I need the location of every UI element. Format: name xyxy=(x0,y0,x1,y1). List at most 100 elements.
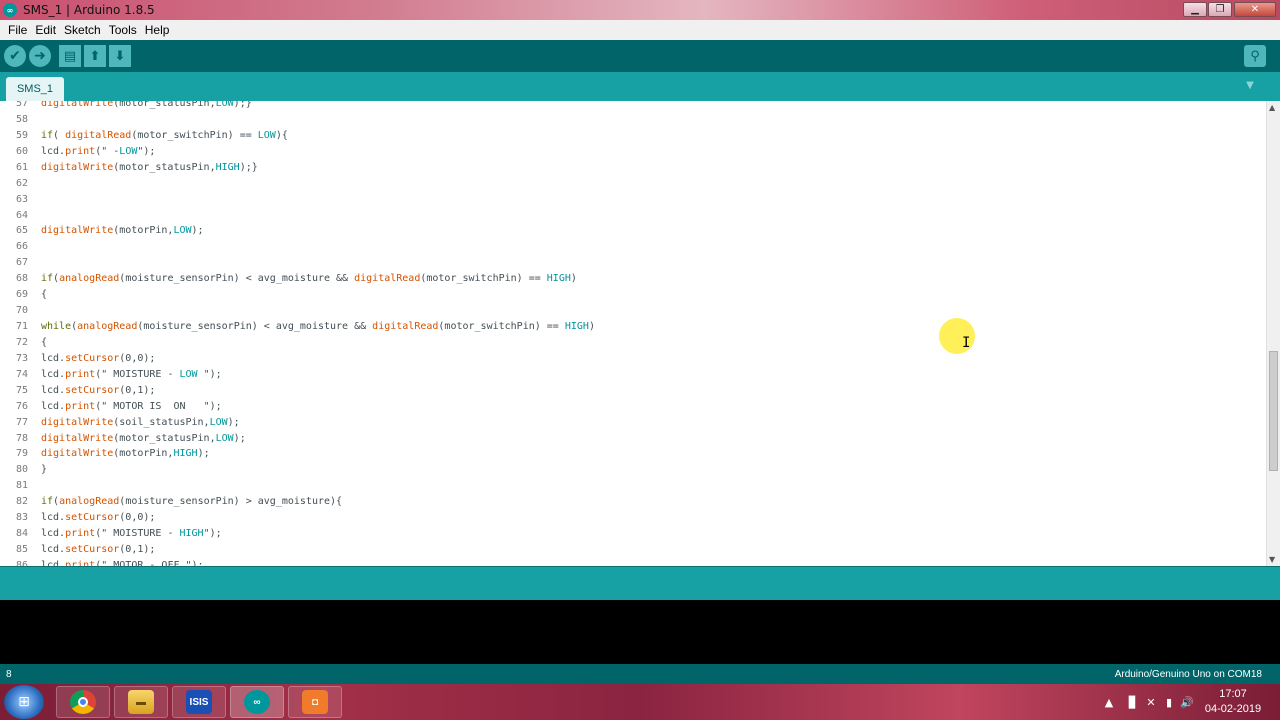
menu-sketch[interactable]: Sketch xyxy=(60,23,105,37)
line-number: 83 xyxy=(15,512,28,524)
open-sketch-button[interactable]: ⬆ xyxy=(84,45,106,67)
code-line[interactable]: 83 lcd.setCursor(0,0); xyxy=(0,510,1266,526)
close-button[interactable]: ✕ xyxy=(1234,2,1276,17)
code-line[interactable]: 63 xyxy=(0,192,1266,208)
line-number: 70 xyxy=(15,305,28,317)
code-line[interactable]: 60 lcd.print(" -LOW"); xyxy=(0,144,1266,160)
arduino-icon: ∞ xyxy=(3,3,17,17)
menu-edit[interactable]: Edit xyxy=(31,23,60,37)
code-text: digitalWrite(motor_statusPin,LOW); xyxy=(41,432,246,444)
code-line[interactable]: 57 digitalWrite(motor_statusPin,LOW);} xyxy=(0,101,1266,112)
line-number: 84 xyxy=(15,528,28,540)
line-number: 82 xyxy=(15,496,28,508)
taskbar-isis[interactable]: ISIS xyxy=(172,686,226,718)
line-number: 80 xyxy=(15,464,28,476)
code-line[interactable]: 58 xyxy=(0,112,1266,128)
code-line[interactable]: 66 xyxy=(0,239,1266,255)
line-number: 68 xyxy=(15,273,28,285)
code-line[interactable]: 82 if(analogRead(moisture_sensorPin) > av… xyxy=(0,494,1266,510)
tab-menu-button[interactable]: ▼ xyxy=(1242,80,1258,94)
code-line[interactable]: 61 digitalWrite(motor_statusPin,HIGH);} xyxy=(0,160,1266,176)
code-line[interactable]: 67 xyxy=(0,255,1266,271)
network-icon[interactable]: ▊ xyxy=(1124,696,1142,709)
start-button[interactable]: ⊞ xyxy=(4,685,44,719)
battery-icon[interactable]: ▮ xyxy=(1160,696,1178,709)
menu-file[interactable]: File xyxy=(4,23,31,37)
code-text: while(analogRead(moisture_sensorPin) < a… xyxy=(41,321,595,333)
code-line[interactable]: 79 digitalWrite(motorPin,HIGH); xyxy=(0,446,1266,462)
scroll-up-icon[interactable]: ▲ xyxy=(1269,103,1275,112)
orange-app-icon: ◘ xyxy=(302,690,328,714)
line-number: 72 xyxy=(15,336,28,348)
line-number: 75 xyxy=(15,384,28,396)
line-number: 65 xyxy=(15,225,28,237)
line-number: 63 xyxy=(15,193,28,205)
scroll-thumb[interactable] xyxy=(1269,351,1278,471)
code-text: { xyxy=(41,336,48,348)
check-icon: ✔ xyxy=(9,48,21,64)
clock[interactable]: 17:07 04-02-2019 xyxy=(1198,687,1268,717)
line-number: 60 xyxy=(15,145,28,157)
status-board: Arduino/Genuino Uno on COM18 xyxy=(1114,669,1262,680)
line-number: 81 xyxy=(15,480,28,492)
scroll-down-icon[interactable]: ▼ xyxy=(1269,555,1275,564)
code-line[interactable]: 74 lcd.print(" MOISTURE - LOW "); xyxy=(0,367,1266,383)
line-number: 85 xyxy=(15,544,28,556)
code-line[interactable]: 69 { xyxy=(0,287,1266,303)
code-line[interactable]: 84 lcd.print(" MOISTURE - HIGH"); xyxy=(0,526,1266,542)
upload-button[interactable]: ➜ xyxy=(29,45,51,67)
code-line[interactable]: 71 while(analogRead(moisture_sensorPin) <… xyxy=(0,319,1266,335)
code-line[interactable]: 62 xyxy=(0,176,1266,192)
taskbar-file-explorer[interactable]: ▬ xyxy=(114,686,168,718)
menu-help[interactable]: Help xyxy=(141,23,174,37)
maximize-button[interactable]: ❐ xyxy=(1208,2,1232,17)
clock-time: 17:07 xyxy=(1219,688,1247,700)
tab-sms-1[interactable]: SMS_1 xyxy=(6,77,64,101)
code-line[interactable]: 65 digitalWrite(motorPin,LOW); xyxy=(0,223,1266,239)
volume-icon[interactable]: 🔊 xyxy=(1178,696,1196,709)
clock-date: 04-02-2019 xyxy=(1204,703,1262,715)
isis-icon: ISIS xyxy=(186,690,212,714)
code-line[interactable]: 77 digitalWrite(soil_statusPin,LOW); xyxy=(0,415,1266,431)
new-sketch-button[interactable]: ▤ xyxy=(59,45,81,67)
console-output[interactable] xyxy=(0,600,1280,664)
network-error-icon[interactable]: ✕ xyxy=(1142,696,1160,709)
line-number: 67 xyxy=(15,257,28,269)
taskbar-chrome[interactable] xyxy=(56,686,110,718)
text-cursor-icon: I xyxy=(962,335,971,351)
line-number: 58 xyxy=(15,113,28,125)
code-line[interactable]: 75 lcd.setCursor(0,1); xyxy=(0,383,1266,399)
code-line[interactable]: 70 xyxy=(0,303,1266,319)
arrow-up-icon: ⬆ xyxy=(89,48,101,64)
code-line[interactable]: 85 lcd.setCursor(0,1); xyxy=(0,542,1266,558)
code-editor[interactable]: 57 digitalWrite(motor_statusPin,LOW);} 58 5… xyxy=(0,101,1266,566)
taskbar-orange-app[interactable]: ◘ xyxy=(288,686,342,718)
code-line[interactable]: 76 lcd.print(" MOTOR IS ON "); xyxy=(0,399,1266,415)
arrow-right-icon: ➜ xyxy=(34,48,46,64)
editor-scrollbar[interactable]: ▲ ▼ xyxy=(1266,101,1280,566)
line-number: 77 xyxy=(15,416,28,428)
code-line[interactable]: 81 xyxy=(0,478,1266,494)
code-line[interactable]: 86 lcd.print(" MOTOR - OFF "); xyxy=(0,558,1266,566)
code-line[interactable]: 64 xyxy=(0,208,1266,224)
code-text: if(analogRead(moisture_sensorPin) < avg_… xyxy=(41,273,577,285)
code-text: lcd.print(" -LOW"); xyxy=(41,145,156,157)
verify-button[interactable]: ✔ xyxy=(4,45,26,67)
code-line[interactable]: 78 digitalWrite(motor_statusPin,LOW); xyxy=(0,431,1266,447)
menu-tools[interactable]: Tools xyxy=(105,23,141,37)
new-file-icon: ▤ xyxy=(63,48,77,64)
tab-bar: SMS_1 ▼ xyxy=(0,72,1280,101)
line-number: 74 xyxy=(15,368,28,380)
taskbar-arduino[interactable]: ∞ xyxy=(230,686,284,718)
minimize-button[interactable]: ▁ xyxy=(1183,2,1207,17)
show-hidden-icons-icon[interactable]: ▲ xyxy=(1100,696,1118,709)
code-line[interactable]: 68 if(analogRead(moisture_sensorPin) < av… xyxy=(0,271,1266,287)
save-sketch-button[interactable]: ⬇ xyxy=(109,45,131,67)
code-line[interactable]: 72 { xyxy=(0,335,1266,351)
code-line[interactable]: 73 lcd.setCursor(0,0); xyxy=(0,351,1266,367)
serial-monitor-button[interactable]: ⚲ xyxy=(1244,45,1266,67)
status-bar: 8 Arduino/Genuino Uno on COM18 xyxy=(0,664,1280,684)
code-line[interactable]: 80} xyxy=(0,462,1266,478)
line-number: 76 xyxy=(15,400,28,412)
code-line[interactable]: 59 if( digitalRead(motor_switchPin) == LO… xyxy=(0,128,1266,144)
